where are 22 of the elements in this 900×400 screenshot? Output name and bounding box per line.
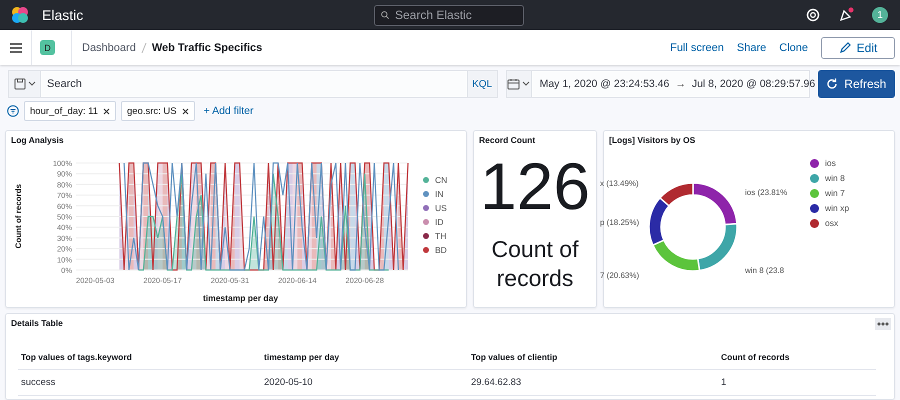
filter-label: geo.src: US bbox=[126, 106, 177, 116]
axis-label: timestamp per day bbox=[202, 293, 280, 303]
slice-label: p (18.25%) bbox=[600, 218, 640, 227]
breadcrumb: Web Traffic Specifics bbox=[152, 42, 262, 54]
table-cell-text: 2020-05-10 bbox=[263, 377, 314, 388]
panel-title: Log Analysis bbox=[10, 134, 65, 145]
metric-label: Count of records bbox=[490, 235, 580, 293]
panel-title: Record Count bbox=[478, 134, 536, 145]
axis-label: Count of records bbox=[14, 184, 24, 248]
metric-value: 126 bbox=[480, 153, 590, 220]
slice-label: win 8 (23.8 bbox=[745, 266, 784, 275]
slice-label: ios (23.81% bbox=[745, 188, 788, 197]
slice-label: 7 (20.63%) bbox=[600, 271, 640, 280]
table-cell-text: 1 bbox=[720, 377, 728, 388]
panel-title: [Logs] Visitors by OS bbox=[608, 134, 696, 145]
table-cell-text: 29.64.62.83 bbox=[470, 377, 522, 388]
panel-title: Details Table bbox=[10, 317, 64, 328]
slice-label: x (13.49%) bbox=[600, 179, 639, 188]
table-cell-text: success bbox=[20, 377, 56, 388]
arrow-text: → bbox=[675, 78, 686, 90]
brand-name: Elastic bbox=[42, 7, 84, 23]
filter-label: hour_of_day: 11 bbox=[30, 106, 98, 116]
